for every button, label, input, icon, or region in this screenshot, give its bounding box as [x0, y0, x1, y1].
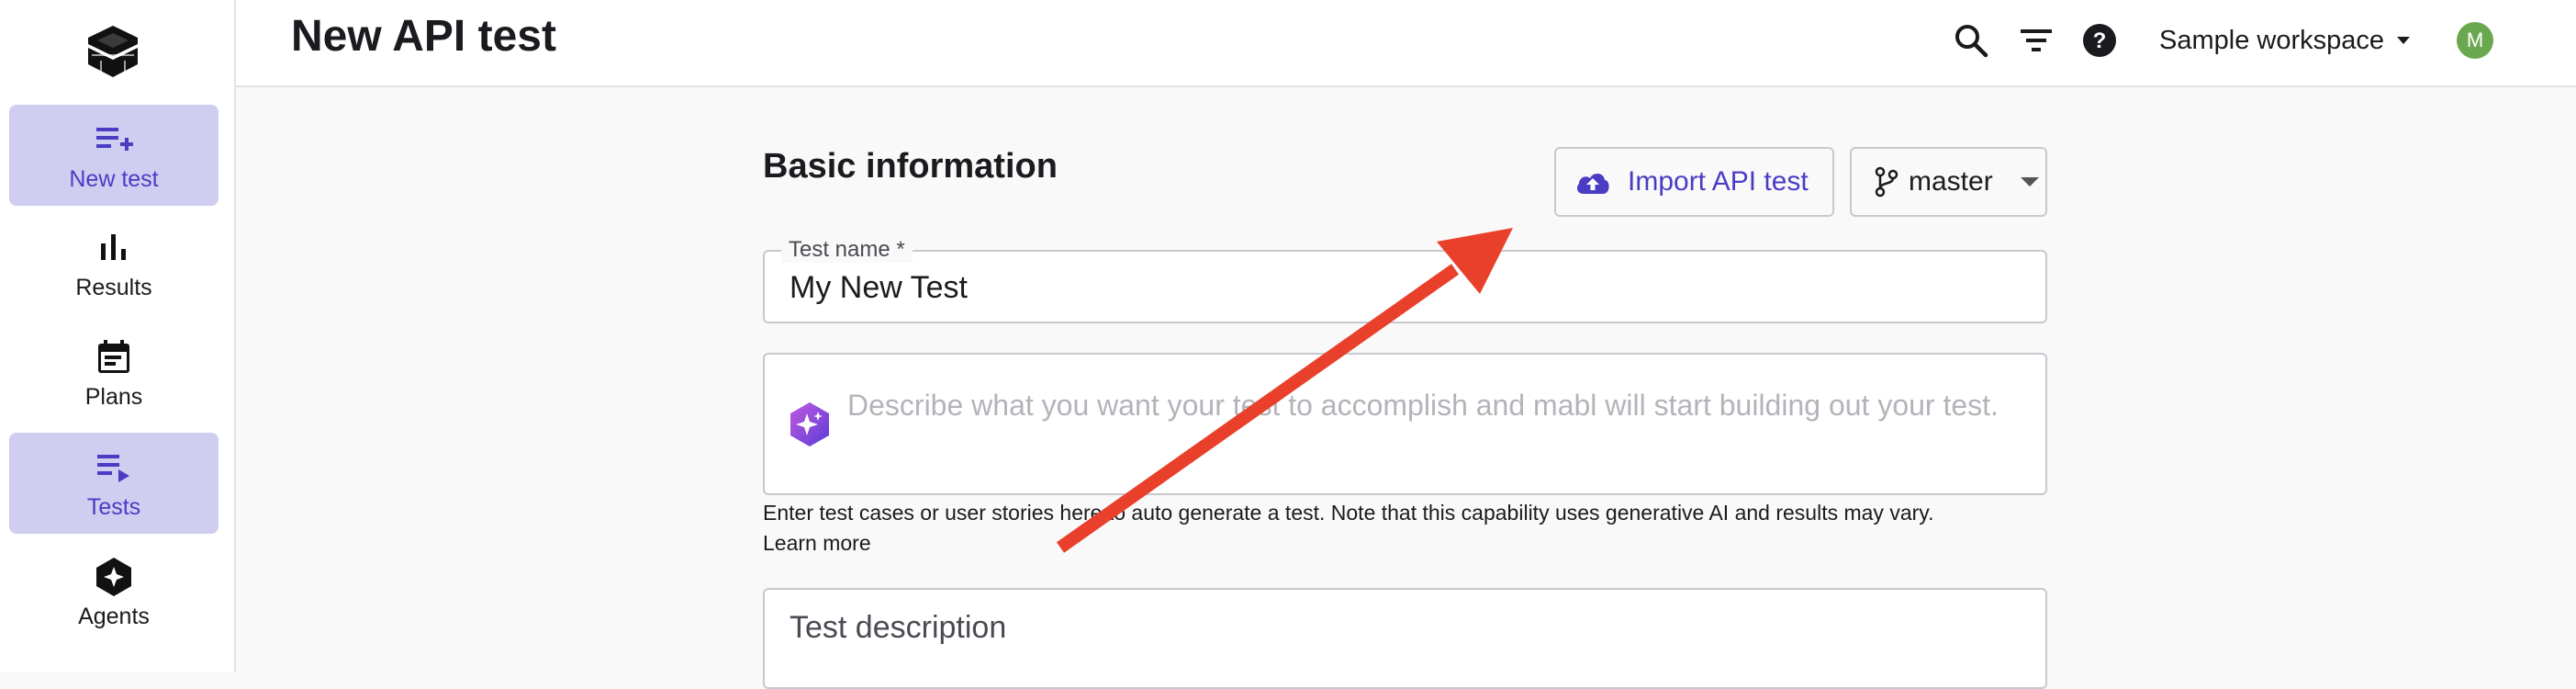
chevron-down-icon: [2020, 177, 2039, 186]
sidebar-item-label: Agents: [78, 603, 150, 629]
helper-text: Enter test cases or user stories here to…: [763, 501, 1934, 525]
chevron-down-icon: [2397, 37, 2410, 44]
mabl-logo-icon[interactable]: [83, 22, 143, 83]
test-description-field[interactable]: Test description: [763, 588, 2047, 689]
calendar-icon: [98, 339, 129, 373]
test-description-placeholder: Test description: [790, 610, 1007, 645]
sidebar-item-label: Results: [75, 274, 152, 300]
bar-chart-icon: [101, 233, 126, 260]
avatar[interactable]: M: [2457, 22, 2493, 59]
sidebar-item-results[interactable]: Results: [9, 213, 218, 314]
ai-helper-text: Enter test cases or user stories here to…: [763, 498, 2066, 559]
sidebar-item-plans[interactable]: Plans: [9, 322, 218, 424]
test-name-label: Test name *: [781, 237, 913, 263]
test-name-value: My New Test: [790, 270, 968, 305]
sidebar-item-agents[interactable]: Agents: [9, 542, 218, 643]
section-title: Basic information: [763, 147, 1058, 186]
sidebar-item-new-test[interactable]: New test: [9, 105, 218, 206]
annotation-arrow: [1056, 228, 1513, 553]
workspace-selector[interactable]: Sample workspace: [2159, 22, 2410, 59]
learn-more-link[interactable]: Learn more: [763, 528, 2066, 559]
ai-sparkle-icon: [790, 402, 829, 446]
help-icon[interactable]: ?: [2079, 20, 2120, 61]
import-api-test-button[interactable]: Import API test: [1554, 147, 1834, 217]
sidebar: New test Results Plans Tests Agents: [0, 0, 236, 672]
playlist-add-icon: [96, 127, 133, 151]
sidebar-item-label: Plans: [84, 383, 143, 410]
playlist-play-icon: [97, 454, 129, 482]
sidebar-item-label: New test: [69, 165, 159, 192]
sidebar-item-label: Tests: [86, 493, 141, 520]
branch-name: master: [1909, 166, 1993, 197]
top-bar: New API test ? Sample workspace M: [236, 0, 2576, 87]
search-icon[interactable]: [1951, 20, 1991, 61]
filter-icon[interactable]: [2016, 20, 2056, 61]
page-title: New API test: [291, 12, 556, 61]
import-api-test-label: Import API test: [1628, 166, 1809, 197]
agents-icon: [96, 557, 131, 596]
ai-prompt-placeholder: Describe what you want your test to acco…: [847, 389, 1999, 422]
git-branch-icon: [1875, 166, 1898, 198]
test-name-field[interactable]: Test name * My New Test: [763, 237, 2047, 323]
ai-test-prompt-input[interactable]: Describe what you want your test to acco…: [763, 353, 2047, 495]
svg-text:?: ?: [2093, 28, 2107, 53]
sidebar-item-tests[interactable]: Tests: [9, 433, 218, 534]
workspace-name: Sample workspace: [2159, 25, 2384, 55]
branch-selector[interactable]: master: [1850, 147, 2047, 217]
cloud-upload-icon: [1576, 173, 1609, 194]
